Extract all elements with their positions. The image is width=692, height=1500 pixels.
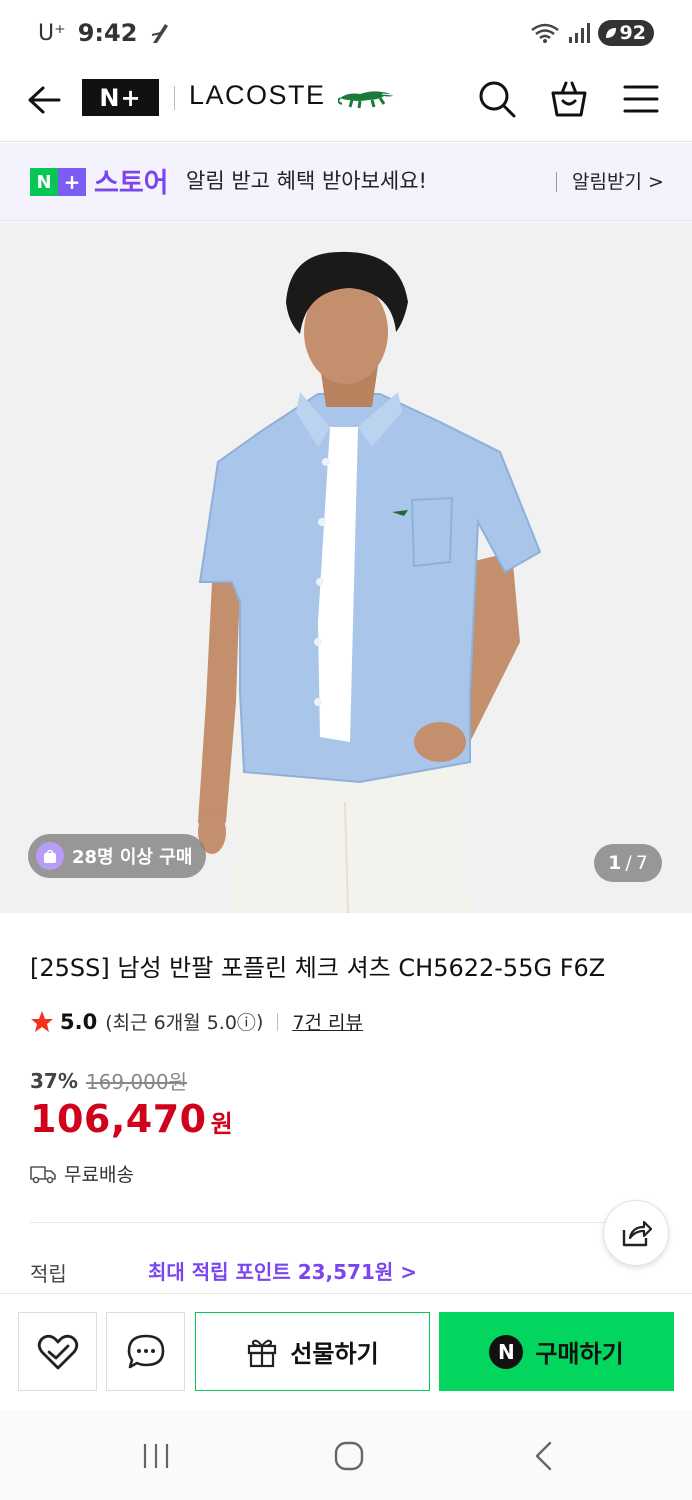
recent-apps-icon [143,1444,169,1468]
chevron-left-icon [535,1441,552,1471]
share-icon [622,1220,652,1247]
back-button[interactable] [24,80,64,120]
brand-name[interactable]: LACOSTE [189,80,326,111]
image-counter: 1 / 7 [594,844,662,882]
status-right: 92 [530,20,654,46]
bottom-action-bar: 선물하기 N 구매하기 [0,1293,692,1408]
nplus-logo[interactable]: N+ [82,79,159,116]
buy-button[interactable]: N 구매하기 [439,1312,674,1391]
discount-row: 37% 169,000원 [30,1066,187,1095]
nplus-logo-text: N+ [99,83,142,112]
promo-store-label: 스토어 [94,168,169,199]
delivery-truck-icon [30,1165,56,1183]
battery-indicator: 92 [597,20,654,46]
section-divider [30,1222,662,1223]
status-left: U⁺ 9:42 [38,19,171,47]
product-title: [25SS] 남성 반팔 포플린 체크 셔츠 CH5622-55G F6Z [30,954,606,982]
signal-icon [568,23,590,43]
image-counter-total: 7 [635,852,648,874]
system-back-button[interactable] [522,1434,566,1478]
carrier-label: U⁺ [38,20,66,46]
original-price: 169,000원 [85,1070,187,1094]
sale-price-currency: 원 [210,1110,233,1138]
rating-separator [277,1012,279,1031]
review-count-link[interactable]: 7건 리뷰 [292,1008,363,1035]
nplus-badge: N + [30,168,86,196]
rating-recent: (최근 6개월 5.0 [105,1012,237,1034]
home-button[interactable] [327,1434,371,1478]
image-counter-separator: / [625,852,632,874]
promo-divider [556,172,557,192]
product-image-carousel[interactable]: 28명 이상 구매 1 / 7 [0,222,692,913]
points-label: 적립 [30,1262,67,1286]
nplus-badge-plus: + [58,168,86,196]
chat-bubble-icon [127,1334,164,1368]
wishlist-button[interactable] [18,1312,97,1391]
shopping-bag-icon [551,81,587,117]
home-icon [334,1441,364,1471]
nplus-store-banner[interactable]: N + 스토어 알림 받고 혜택 받아보세요! 알림받기 > [0,143,692,221]
battery-level: 92 [619,22,646,44]
brand-divider [174,86,175,110]
discount-percent: 37% [30,1068,78,1093]
chat-button[interactable] [106,1312,185,1391]
rating-score: 5.0 [60,1009,98,1034]
status-time: 9:42 [77,19,138,47]
nplus-badge-n: N [30,168,58,196]
sale-price: 106,470 원 [30,1097,233,1141]
bag-icon [36,842,64,870]
heart-check-icon [37,1334,78,1369]
image-counter-current: 1 [608,852,622,874]
rating-info-icon[interactable]: ⓘ [237,1008,256,1035]
sale-price-amount: 106,470 [30,1097,207,1141]
system-navigation-bar [0,1410,692,1500]
leaf-icon [605,28,616,38]
notification-icon [152,24,169,43]
promo-message: 알림 받고 혜택 받아보세요! [186,169,427,193]
search-button[interactable] [476,78,518,120]
wifi-icon [530,23,559,43]
shipping-text: 무료배송 [64,1164,134,1186]
gift-button[interactable]: 선물하기 [195,1312,430,1391]
search-icon [479,81,516,118]
star-icon [31,1010,53,1032]
max-points-link[interactable]: 최대 적립 포인트 23,571원 > [148,1256,417,1285]
product-photo [198,251,542,913]
naverpay-n-icon: N [489,1334,524,1369]
recent-apps-button[interactable] [134,1434,178,1478]
buyers-count-badge: 28명 이상 구매 [28,834,207,878]
notification-subscribe-link[interactable]: 알림받기 > [572,167,664,194]
back-arrow-icon [28,86,61,114]
share-button[interactable] [603,1200,669,1266]
rating-row: 5.0 (최근 6개월 5.0 ⓘ ) 7건 리뷰 [30,1008,363,1035]
shipping-info: 무료배송 [30,1160,134,1187]
buyers-count-text: 28명 이상 구매 [72,847,193,868]
cart-button[interactable] [548,78,590,120]
crocodile-logo-icon [338,91,393,109]
gift-button-label: 선물하기 [290,1340,379,1368]
status-bar: U⁺ 9:42 92 [0,0,692,66]
top-header: N+ LACOSTE [0,66,692,142]
menu-icon [623,85,659,113]
rating-recent-close: ) [255,1010,264,1033]
menu-button[interactable] [620,78,662,120]
gift-icon [248,1339,277,1367]
buy-button-label: 구매하기 [535,1340,624,1368]
